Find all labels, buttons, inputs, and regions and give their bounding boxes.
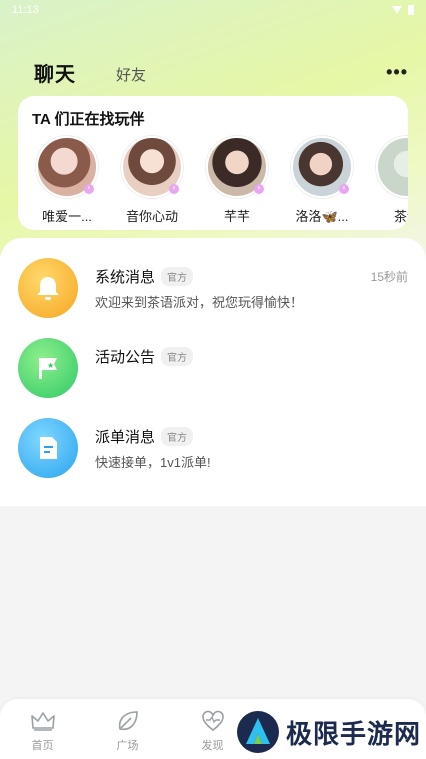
- status-bar: 11:13: [0, 0, 426, 20]
- message-preview: 欢迎来到茶语派对，祝您玩得愉快！: [95, 295, 304, 310]
- partner-item[interactable]: ♀ 音你心动: [121, 136, 183, 225]
- female-icon: ♀: [169, 184, 179, 194]
- avatar[interactable]: ♀: [36, 136, 98, 198]
- chat-tabs: 聊天 好友: [34, 58, 146, 87]
- official-badge: 官方: [161, 347, 194, 366]
- flag-star-icon: ★: [18, 338, 78, 398]
- svg-text:★: ★: [47, 361, 54, 370]
- message-item-dispatch[interactable]: 派单消息 官方 快速接单，1v1派单!: [0, 418, 426, 488]
- bell-icon: [18, 258, 78, 318]
- watermark: 极限手游网: [236, 708, 426, 756]
- tab-friends[interactable]: 好友: [116, 64, 146, 87]
- more-dots-icon[interactable]: •••: [386, 62, 408, 83]
- avatar[interactable]: ♀: [206, 136, 268, 198]
- partner-name: 音你心动: [125, 209, 178, 224]
- message-title-text: 系统消息: [95, 269, 156, 286]
- message-list: 系统消息 官方 欢迎来到茶语派对，祝您玩得愉快！ 15秒前 ★ 活动公告 官方 …: [0, 238, 426, 506]
- watermark-logo-icon: [237, 711, 279, 753]
- female-icon: ♀: [339, 184, 349, 194]
- partner-item[interactable]: ♀ 洛洛🦋...: [291, 136, 353, 225]
- partner-name: 洛洛🦋...: [295, 209, 349, 224]
- heart-pulse-icon: [200, 709, 226, 733]
- message-title: 系统消息 官方: [95, 266, 194, 287]
- partner-list: ♀ 唯爱一... ♀ 音你心动 ♀ 芊芊 ♀ 洛洛🦋... 茶语: [36, 136, 408, 225]
- document-icon: [18, 418, 78, 478]
- partner-name: 茶语: [393, 209, 408, 224]
- partner-item[interactable]: 茶语: [376, 136, 408, 225]
- tab-chat[interactable]: 聊天: [34, 58, 76, 87]
- partner-item[interactable]: ♀ 唯爱一...: [36, 136, 98, 225]
- battery-icon: [408, 5, 414, 15]
- partner-item[interactable]: ♀ 芊芊: [206, 136, 268, 225]
- leaf-icon: [115, 709, 141, 733]
- nav-label: 首页: [31, 740, 54, 752]
- nav-item-square[interactable]: 广场: [85, 699, 170, 759]
- message-title: 活动公告 官方: [95, 346, 194, 367]
- nav-label: 发现: [201, 740, 224, 752]
- message-time: 15秒前: [370, 270, 408, 284]
- crown-icon: [30, 709, 56, 733]
- status-time: 11:13: [12, 4, 39, 16]
- watermark-text: 极限手游网: [286, 719, 422, 750]
- status-icons: [392, 5, 414, 15]
- message-item-system[interactable]: 系统消息 官方 欢迎来到茶语派对，祝您玩得愉快！ 15秒前: [0, 258, 426, 328]
- female-icon: ♀: [254, 184, 264, 194]
- wifi-icon: [392, 6, 402, 14]
- partner-name: 唯爱一...: [42, 209, 92, 224]
- message-title-text: 活动公告: [95, 349, 156, 366]
- official-badge: 官方: [161, 427, 194, 446]
- avatar[interactable]: ♀: [121, 136, 183, 198]
- message-item-activity[interactable]: ★ 活动公告 官方: [0, 338, 426, 408]
- avatar[interactable]: ♀: [291, 136, 353, 198]
- message-title-text: 派单消息: [95, 429, 156, 446]
- nav-item-home[interactable]: 首页: [0, 699, 85, 759]
- message-title: 派单消息 官方: [95, 426, 194, 447]
- official-badge: 官方: [161, 267, 194, 286]
- nav-label: 广场: [116, 740, 139, 752]
- message-preview: 快速接单，1v1派单!: [95, 455, 211, 470]
- partner-name: 芊芊: [223, 209, 250, 224]
- find-partner-title: TA 们正在找玩伴: [32, 111, 145, 128]
- find-partner-card: TA 们正在找玩伴 ♀ 唯爱一... ♀ 音你心动 ♀ 芊芊 ♀ 洛洛🦋... …: [18, 96, 408, 230]
- avatar[interactable]: [376, 136, 408, 198]
- female-icon: ♀: [84, 184, 94, 194]
